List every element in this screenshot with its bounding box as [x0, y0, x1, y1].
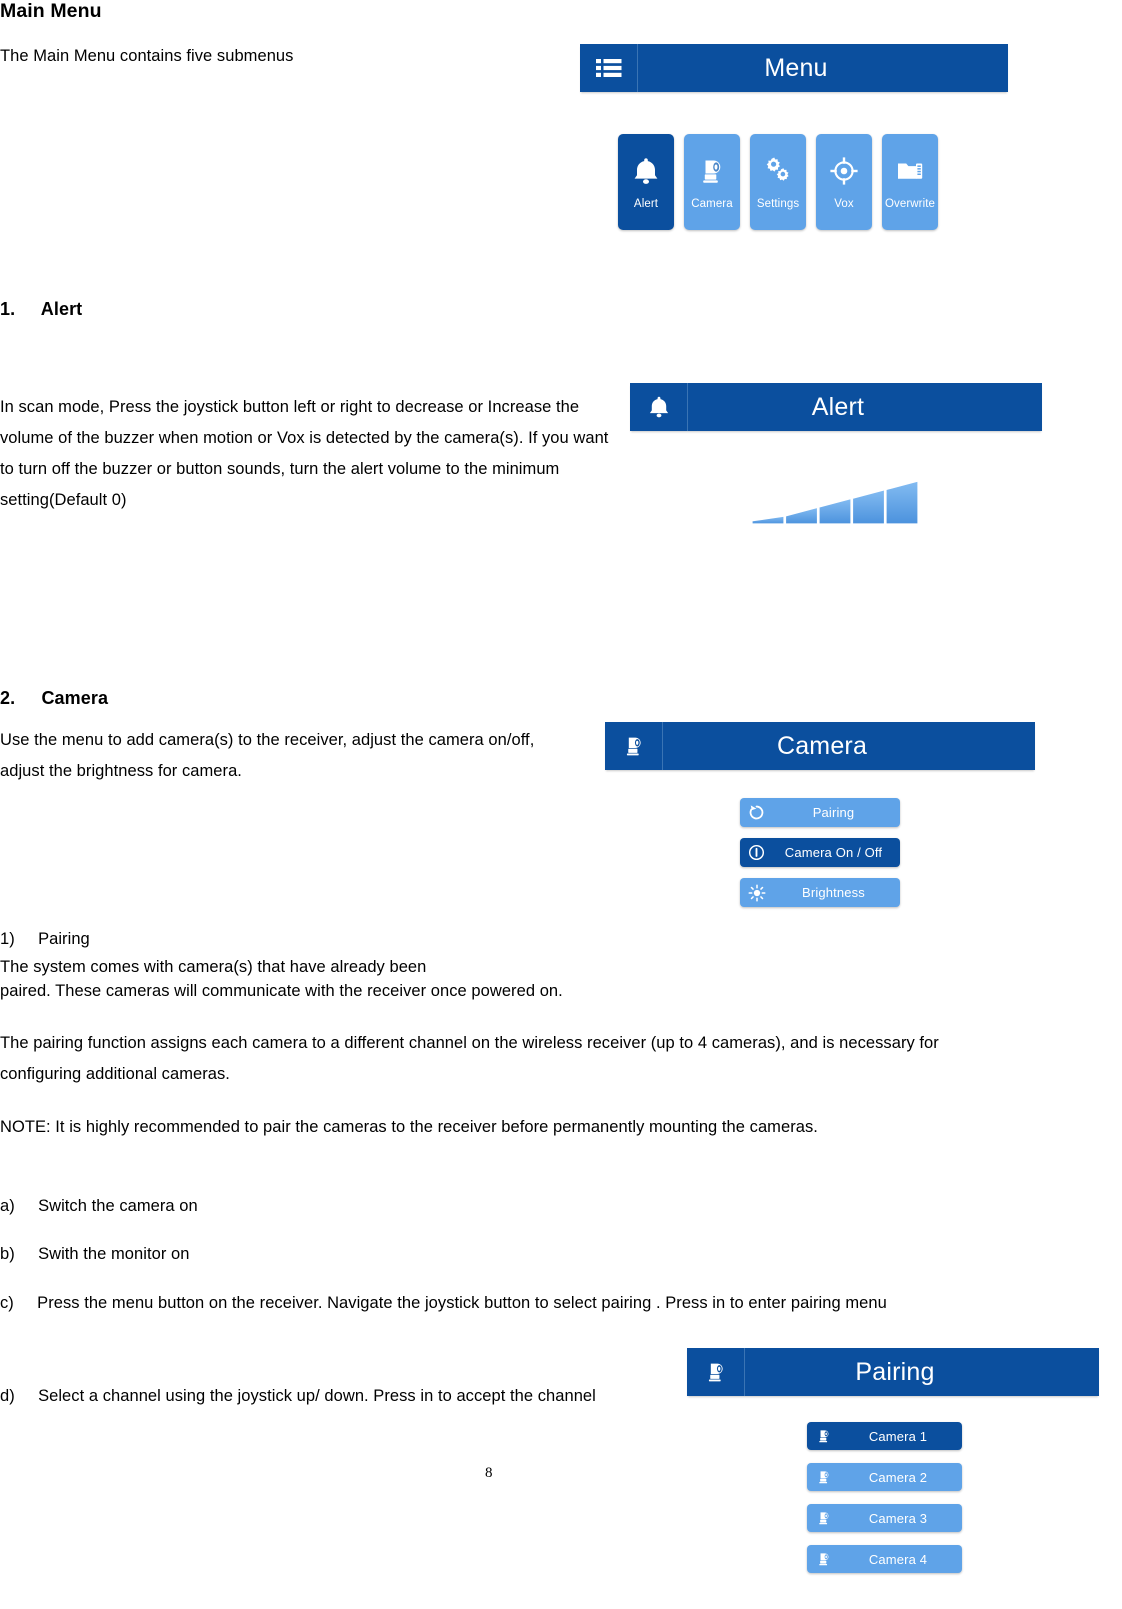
pairing-paragraph-3: The pairing function assigns each camera… [0, 1034, 939, 1083]
section-camera-title: Camera [41, 688, 109, 708]
subsection-pairing-heading: 1) Pairing [0, 927, 90, 951]
alert-screen-mock: Alert [630, 383, 1042, 527]
pairing-camera-item-1[interactable]: Camera 1 [807, 1422, 962, 1450]
sdcard-folder-icon [895, 148, 925, 194]
pairing-step-d-marker: d) [0, 1387, 15, 1405]
pairing-paragraph-1: The system comes with camera(s) that hav… [0, 958, 427, 976]
camera-icon [687, 1348, 745, 1396]
pairing-step-d: d) Select a channel using the joystick u… [0, 1381, 690, 1412]
pairing-screen-mock: Pairing Camera 1 Camera 2 Camera 3 Camer… [687, 1348, 1099, 1573]
pairing-step-a-marker: a) [0, 1197, 15, 1215]
alert-volume-bar[interactable] [750, 479, 1042, 527]
menu-tile-alert[interactable]: Alert [618, 134, 674, 230]
crosshair-icon [829, 148, 859, 194]
pairing-step-c-text: Press the menu button on the receiver. N… [37, 1294, 887, 1312]
refresh-icon [740, 804, 773, 821]
menu-tile-camera[interactable]: Camera [684, 134, 740, 230]
pairing-step-c-marker: c) [0, 1294, 14, 1312]
bell-icon [630, 383, 688, 431]
camera-menu-item-pairing[interactable]: Pairing [740, 798, 900, 827]
document-page: Main Menu The Main Menu contains five su… [0, 0, 1122, 1609]
camera-icon [807, 1469, 840, 1485]
pairing-step-a-text: Switch the camera on [38, 1197, 198, 1215]
pairing-step-b-text: Swith the monitor on [38, 1245, 190, 1263]
pairing-screen-title: Pairing [855, 1357, 935, 1386]
camera-menu-item-label: Pairing [812, 805, 855, 820]
brightness-icon [740, 883, 773, 902]
pairing-camera-item-label: Camera 3 [868, 1510, 928, 1526]
list-menu-icon [580, 44, 638, 92]
camera-menu-item-label: Camera On / Off [784, 845, 883, 860]
camera-screen-mock: Camera Pairing Camera On / Off Brightnes… [605, 722, 1035, 918]
camera-icon [605, 722, 663, 770]
menu-tile-label: Vox [834, 198, 854, 210]
menu-tile-label: Camera [691, 198, 733, 210]
pairing-camera-item-2[interactable]: Camera 2 [807, 1463, 962, 1491]
section-camera-body: Use the menu to add camera(s) to the rec… [0, 731, 535, 780]
camera-screen-title: Camera [776, 731, 868, 760]
section-camera-number: 2. [0, 688, 16, 708]
pairing-camera-item-label: Camera 4 [868, 1551, 928, 1567]
pairing-camera-item-4[interactable]: Camera 4 [807, 1545, 962, 1573]
menu-screen-mock: Menu Alert Camera Settings Vox Overwrite [580, 44, 1008, 230]
section-alert-number: 1. [0, 299, 16, 319]
menu-tile-label: Alert [633, 198, 659, 210]
camera-icon [697, 148, 727, 194]
bell-icon [631, 148, 661, 194]
gears-icon [762, 148, 794, 194]
section-alert-heading: 1. Alert [0, 299, 82, 320]
camera-icon [807, 1428, 840, 1444]
menu-screen-title: Menu [764, 53, 828, 82]
pairing-step-a: a) Switch the camera on [0, 1194, 700, 1218]
camera-menu-item-label: Brightness [802, 885, 865, 900]
pairing-camera-item-3[interactable]: Camera 3 [807, 1504, 962, 1532]
pairing-camera-item-label: Camera 2 [868, 1469, 928, 1485]
camera-icon [807, 1510, 840, 1526]
camera-menu-item-camera-on-off[interactable]: Camera On / Off [740, 838, 900, 867]
menu-tile-overwrite[interactable]: Overwrite [882, 134, 938, 230]
pairing-step-d-text: Select a channel using the joystick up/ … [38, 1387, 596, 1405]
page-number: 8 [485, 1465, 493, 1481]
menu-tile-label: Overwrite [884, 198, 936, 210]
menu-screen-header: Menu [580, 44, 1008, 92]
camera-icon [807, 1551, 840, 1567]
page-title: Main Menu [0, 0, 102, 22]
pairing-camera-item-label: Camera 1 [868, 1428, 928, 1444]
section-camera-heading: 2. Camera [0, 688, 108, 709]
menu-tile-vox[interactable]: Vox [816, 134, 872, 230]
section-alert-body: In scan mode, Press the joystick button … [0, 398, 609, 509]
pairing-note: NOTE: It is highly recommended to pair t… [0, 1118, 818, 1136]
pairing-step-b: b) Swith the monitor on [0, 1242, 700, 1266]
pairing-step-c: c) Press the menu button on the receiver… [0, 1288, 990, 1319]
subsection-pairing-title: Pairing [38, 930, 90, 948]
pairing-screen-header: Pairing [687, 1348, 1099, 1396]
alert-screen-title: Alert [811, 392, 865, 421]
main-menu-intro-text: The Main Menu contains five submenus [0, 47, 294, 65]
camera-screen-header: Camera [605, 722, 1035, 770]
pairing-step-b-marker: b) [0, 1245, 15, 1263]
section-alert-title: Alert [40, 299, 83, 319]
menu-tiles-row: Alert Camera Settings Vox Overwrite [618, 134, 1008, 230]
camera-menu-item-brightness[interactable]: Brightness [740, 878, 900, 907]
menu-tile-settings[interactable]: Settings [750, 134, 806, 230]
pairing-camera-list: Camera 1 Camera 2 Camera 3 Camera 4 [807, 1422, 962, 1573]
camera-menu-list: Pairing Camera On / Off Brightness [740, 798, 900, 907]
power-info-icon [740, 844, 773, 861]
subsection-pairing-number: 1) [0, 930, 15, 948]
alert-screen-header: Alert [630, 383, 1042, 431]
pairing-paragraph-2: paired. These cameras will communicate w… [0, 982, 563, 1000]
menu-tile-label: Settings [756, 198, 800, 210]
